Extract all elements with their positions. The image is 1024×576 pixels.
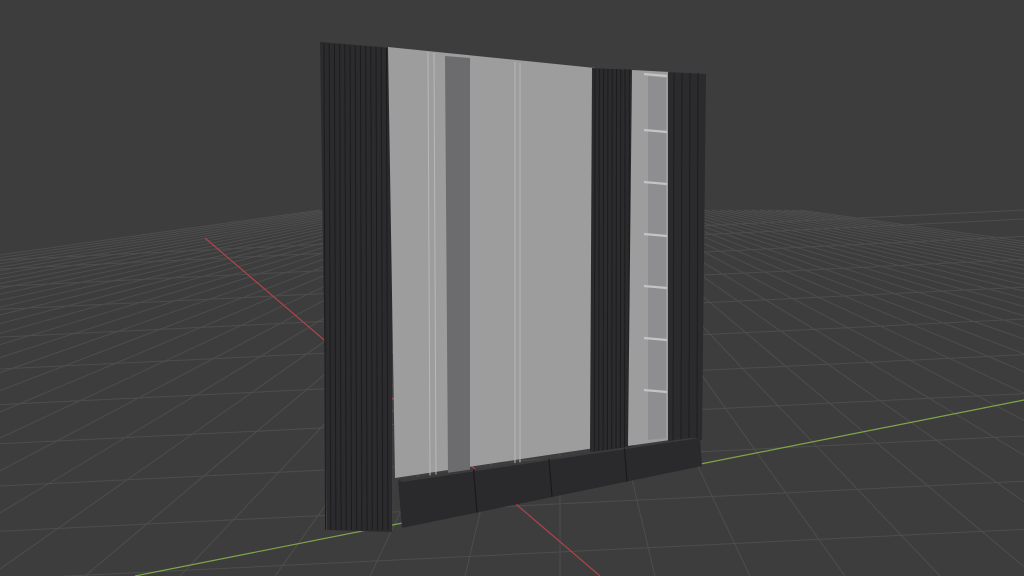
grid-line: [0, 209, 329, 259]
grid-line: [711, 209, 1024, 280]
slat-line: [611, 68, 613, 452]
right-end-panel: [668, 72, 706, 442]
slat-line: [619, 68, 622, 452]
center-panel: [388, 47, 595, 478]
grid-line: [57, 528, 1024, 576]
grid-line: [0, 209, 345, 265]
center-recess-strip: [445, 56, 470, 474]
slat-line: [602, 68, 605, 452]
wall-unit-model[interactable]: [320, 42, 706, 532]
slat-line: [594, 68, 596, 452]
grid-line: [703, 209, 1024, 286]
left-slatted-panel: [320, 42, 392, 532]
grid-line: [647, 209, 1024, 355]
grid-line: [759, 209, 1024, 255]
viewport-canvas[interactable]: [0, 0, 1024, 576]
slat-line: [624, 68, 626, 452]
slat-line: [598, 68, 600, 452]
shelf-column: [628, 70, 670, 446]
grid-line: [655, 209, 1024, 340]
slat-line: [606, 68, 609, 452]
3d-viewport[interactable]: [0, 0, 1024, 576]
slat-line: [615, 68, 617, 452]
right-slatted-panel: [590, 68, 634, 452]
grid-line: [0, 209, 369, 276]
grid-line: [695, 209, 1024, 292]
